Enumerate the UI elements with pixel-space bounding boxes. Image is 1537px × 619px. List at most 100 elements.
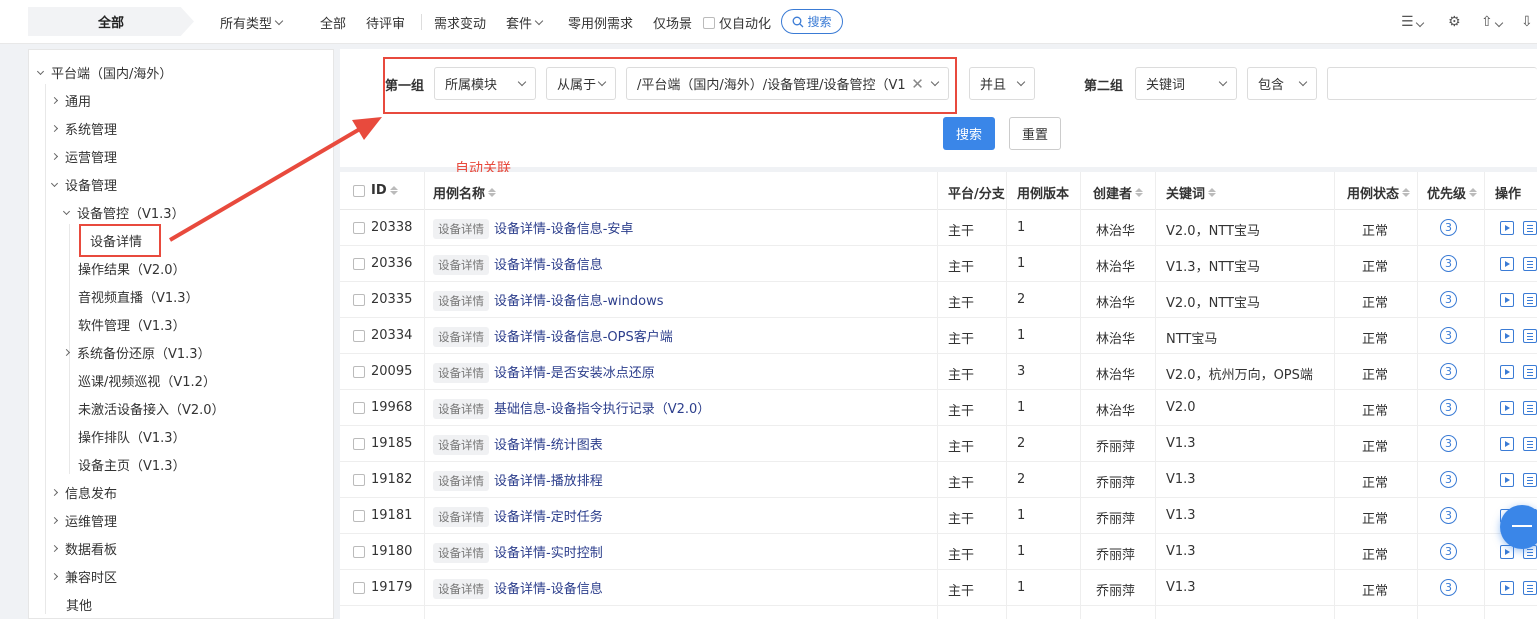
- row-checkbox[interactable]: [353, 330, 365, 342]
- layout-switch-icon[interactable]: ☰: [1401, 14, 1424, 30]
- table-row[interactable]: 19180 设备详情 设备详情-实时控制 主干 1 乔丽萍 V1.3 正常 3: [340, 534, 1537, 570]
- tree-node[interactable]: 巡课/视频巡视（V1.2）: [78, 371, 216, 390]
- cell-name[interactable]: 设备详情 设备详情-是否安装冰点还原: [433, 362, 655, 383]
- cell-name[interactable]: 设备详情 设备详情-设备信息: [433, 254, 603, 275]
- tree-node[interactable]: 操作排队（V1.3）: [78, 427, 186, 446]
- play-icon[interactable]: [1500, 293, 1514, 307]
- search-button[interactable]: 搜索: [943, 117, 995, 150]
- group2-value-input[interactable]: [1327, 67, 1537, 100]
- header-id[interactable]: ID: [371, 183, 398, 198]
- cell-name[interactable]: 设备详情 基础信息-设备指令执行记录（V2.0）: [433, 398, 710, 419]
- cell-name[interactable]: 设备详情 设备详情-设备信息-windows: [433, 290, 663, 311]
- gear-icon[interactable]: ⚙: [1448, 14, 1461, 30]
- list-icon[interactable]: [1523, 329, 1537, 343]
- tree-node[interactable]: 设备管控（V1.3）: [62, 203, 185, 222]
- table-row[interactable]: 19968 设备详情 基础信息-设备指令执行记录（V2.0） 主干 1 林治华 V2.0 正常…: [340, 390, 1537, 426]
- header-priority[interactable]: 优先级: [1427, 183, 1478, 202]
- play-icon[interactable]: [1500, 365, 1514, 379]
- filter-requirement-change[interactable]: 需求变动: [434, 13, 486, 32]
- list-icon[interactable]: [1523, 365, 1537, 379]
- case-name-link[interactable]: 设备详情-实时控制: [494, 546, 603, 561]
- case-name-link[interactable]: 设备详情-统计图表: [494, 438, 603, 453]
- list-icon[interactable]: [1523, 257, 1537, 271]
- table-row[interactable]: 20335 设备详情 设备详情-设备信息-windows 主干 2 林治华 V2.0，NTT…: [340, 282, 1537, 318]
- filter-zero-case-requirement[interactable]: 零用例需求: [568, 13, 633, 32]
- table-row[interactable]: 20338 设备详情 设备详情-设备信息-安卓 主干 1 林治华 V2.0，NTT宝马 正常 3: [340, 210, 1537, 246]
- case-name-link[interactable]: 设备详情-是否安装冰点还原: [494, 366, 655, 381]
- tab-all-root[interactable]: 全部: [28, 7, 194, 36]
- tree-node[interactable]: 音视频直播（V1.3）: [78, 287, 199, 306]
- tree-node[interactable]: 设备管理: [50, 175, 117, 194]
- row-checkbox[interactable]: [353, 366, 365, 378]
- auto-only-checkbox[interactable]: 仅自动化: [703, 13, 771, 32]
- cell-name[interactable]: 设备详情 设备详情-播放排程: [433, 470, 603, 491]
- list-icon[interactable]: [1523, 221, 1537, 235]
- tree-node[interactable]: 系统备份还原（V1.3）: [62, 343, 211, 362]
- type-select[interactable]: 所有类型: [220, 13, 284, 32]
- filter-pending-review[interactable]: 待评审: [366, 13, 405, 32]
- export-icon[interactable]: ⇧: [1481, 14, 1503, 30]
- play-icon[interactable]: [1500, 257, 1514, 271]
- table-row[interactable]: 20095 设备详情 设备详情-是否安装冰点还原 主干 3 林治华 V2.0，杭州万向，OP…: [340, 354, 1537, 390]
- tree-node[interactable]: 未激活设备接入（V2.0）: [78, 399, 225, 418]
- cell-name[interactable]: 设备详情 设备详情-实时控制: [433, 542, 603, 563]
- tree-node[interactable]: 通用: [50, 91, 91, 110]
- filter-all[interactable]: 全部: [320, 13, 346, 32]
- tree-node[interactable]: 运营管理: [50, 147, 117, 166]
- reset-button[interactable]: 重置: [1009, 117, 1061, 150]
- list-icon[interactable]: [1523, 473, 1537, 487]
- play-icon[interactable]: [1500, 221, 1514, 235]
- tree-node[interactable]: 其他: [66, 595, 92, 614]
- table-row[interactable]: 20336 设备详情 设备详情-设备信息 主干 1 林治华 V1.3，NTT宝马 正常 3: [340, 246, 1537, 282]
- play-icon[interactable]: [1500, 581, 1514, 595]
- group2-field-select[interactable]: 关键词: [1135, 67, 1237, 100]
- tree-node[interactable]: 数据看板: [50, 539, 117, 558]
- cell-name[interactable]: 设备详情 设备详情-设备信息-安卓: [433, 218, 633, 239]
- import-icon[interactable]: ⇩: [1521, 14, 1533, 30]
- list-icon[interactable]: [1523, 293, 1537, 307]
- table-row[interactable]: 19179 设备详情 设备详情-设备信息 主干 1 乔丽萍 V1.3 正常 3: [340, 570, 1537, 606]
- row-checkbox[interactable]: [353, 582, 365, 594]
- list-icon[interactable]: [1523, 581, 1537, 595]
- row-checkbox[interactable]: [353, 438, 365, 450]
- cell-name[interactable]: 设备详情 设备详情-统计图表: [433, 434, 603, 455]
- table-row[interactable]: 19185 设备详情 设备详情-统计图表 主干 2 乔丽萍 V1.3 正常 3: [340, 426, 1537, 462]
- case-name-link[interactable]: 设备详情-设备信息: [494, 258, 603, 273]
- top-search-button[interactable]: 搜索: [781, 9, 843, 34]
- cell-name[interactable]: 设备详情 设备详情-定时任务: [433, 506, 603, 527]
- play-icon[interactable]: [1500, 437, 1514, 451]
- cell-name[interactable]: 设备详情 设备详情-设备信息-OPS客户端: [433, 326, 673, 347]
- list-icon[interactable]: [1523, 401, 1537, 415]
- cell-name[interactable]: 设备详情 设备详情-设备信息: [433, 578, 603, 599]
- case-name-link[interactable]: 基础信息-设备指令执行记录（V2.0）: [494, 402, 710, 417]
- case-name-link[interactable]: 设备详情-设备信息: [494, 582, 603, 597]
- tree-node[interactable]: 信息发布: [50, 483, 117, 502]
- table-row[interactable]: 19182 设备详情 设备详情-播放排程 主干 2 乔丽萍 V1.3 正常 3: [340, 462, 1537, 498]
- row-checkbox[interactable]: [353, 402, 365, 414]
- tree-node[interactable]: 软件管理（V1.3）: [78, 315, 186, 334]
- suite-select[interactable]: 套件: [506, 13, 544, 32]
- row-checkbox[interactable]: [353, 222, 365, 234]
- row-checkbox[interactable]: [353, 474, 365, 486]
- play-icon[interactable]: [1500, 329, 1514, 343]
- table-row[interactable]: 20334 设备详情 设备详情-设备信息-OPS客户端 主干 1 林治华 NTT宝马 正常 3: [340, 318, 1537, 354]
- table-row[interactable]: 19181 设备详情 设备详情-定时任务 主干 1 乔丽萍 V1.3 正常 3: [340, 498, 1537, 534]
- row-checkbox[interactable]: [353, 546, 365, 558]
- case-name-link[interactable]: 设备详情-设备信息-安卓: [494, 222, 633, 237]
- tree-node[interactable]: 设备主页（V1.3）: [78, 455, 186, 474]
- play-icon[interactable]: [1500, 545, 1514, 559]
- tree-node-root[interactable]: 平台端（国内/海外）: [36, 63, 172, 82]
- row-checkbox[interactable]: [353, 510, 365, 522]
- case-name-link[interactable]: 设备详情-定时任务: [494, 510, 603, 525]
- floating-action-button[interactable]: [1500, 505, 1537, 549]
- row-checkbox[interactable]: [353, 258, 365, 270]
- header-keyword[interactable]: 关键词: [1166, 183, 1217, 202]
- play-icon[interactable]: [1500, 401, 1514, 415]
- tree-node[interactable]: 运维管理: [50, 511, 117, 530]
- case-name-link[interactable]: 设备详情-设备信息-windows: [494, 294, 663, 309]
- list-icon[interactable]: [1523, 437, 1537, 451]
- case-name-link[interactable]: 设备详情-播放排程: [494, 474, 603, 489]
- logic-select[interactable]: 并且: [969, 67, 1035, 100]
- tree-node[interactable]: 兼容时区: [50, 567, 117, 586]
- tree-node[interactable]: 操作结果（V2.0）: [78, 259, 186, 278]
